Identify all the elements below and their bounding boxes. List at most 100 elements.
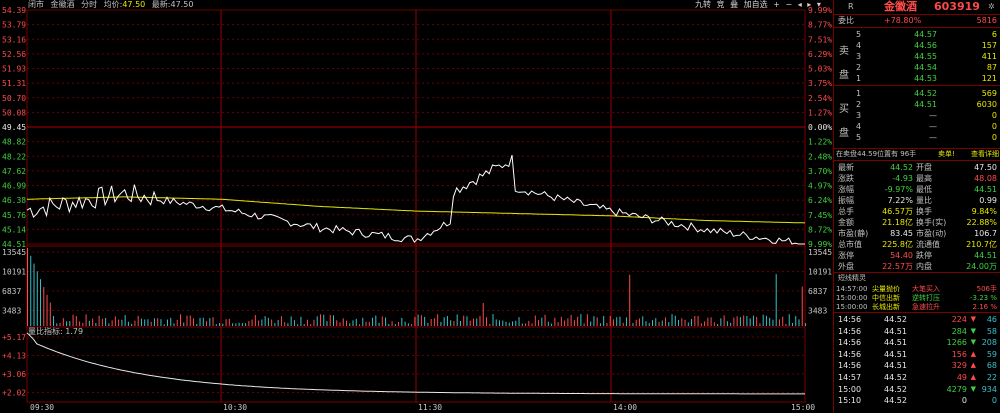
tick-volume: 284 — [951, 326, 967, 336]
volume-bar — [785, 323, 787, 326]
volume-bar — [349, 323, 351, 326]
volume-bar — [521, 323, 523, 326]
buy-level-row[interactable]: 4 — 0 — [834, 121, 1000, 132]
volume-bar — [414, 316, 416, 326]
stat-row[interactable]: 市盈(静) 83.45 市盈(动) 106.7 — [834, 228, 1000, 239]
sell-level-row[interactable]: 1 44.53 121 — [834, 73, 1000, 84]
volume-bar — [173, 323, 175, 326]
quote-stock-code: 603919 — [934, 0, 980, 13]
volume-bar — [541, 317, 543, 326]
buy-level-row[interactable]: 3 — 0 — [834, 110, 1000, 121]
sell-level-row[interactable]: 5 44.57 6 — [834, 29, 1000, 40]
intraday-chart[interactable]: 54.39 9.99%53.79 8.77%53.16 7.51%52.56 6.29%… — [0, 0, 832, 413]
sell-volume: 157 — [981, 41, 997, 50]
overlay-button[interactable]: 叠 — [730, 0, 738, 9]
level-number: 3 — [856, 111, 862, 120]
volume-tick-label: 10191 — [2, 268, 26, 277]
time-tick-label: 14:00 — [613, 403, 637, 412]
stat-row[interactable]: 外盘 22.57万 内盘 24.00万 — [834, 261, 1000, 272]
volume-bar — [593, 316, 595, 326]
volume-bar — [684, 319, 686, 326]
pct-tick-label: 5.03% — [808, 65, 832, 74]
volume-bar — [300, 316, 302, 326]
zoom-in-icon[interactable]: + — [773, 0, 780, 9]
short-term-elves-header[interactable]: 短线精灵 — [834, 273, 1000, 283]
r-badge: R — [848, 2, 854, 11]
price-tick-label: 53.16 — [2, 35, 26, 44]
sell-level-row[interactable]: 4 44.56 157 — [834, 40, 1000, 51]
price-tick-label: 49.45 — [2, 123, 26, 132]
stat-value: 47.50 — [974, 163, 997, 172]
volume-bar — [547, 321, 549, 326]
sell-level-row[interactable]: 2 44.54 87 — [834, 62, 1000, 73]
add-watchlist-button[interactable]: 加自选 — [744, 0, 768, 9]
tick-row[interactable]: 14:56 44.51 329 ▲ 68 — [834, 360, 1000, 371]
stat-row[interactable]: 最新 44.52 开盘 47.50 — [834, 162, 1000, 173]
up-arrow-icon: ▲ — [970, 349, 976, 358]
stat-label: 市盈(静) — [838, 229, 869, 238]
stat-label: 内盘 — [916, 262, 932, 271]
stat-row[interactable]: 涨停 54.40 跌停 44.51 — [834, 250, 1000, 261]
volume-bar — [749, 318, 751, 326]
volume-bar — [525, 323, 527, 326]
market-status: 闭市 — [28, 0, 44, 9]
stat-row[interactable]: 金额 21.18亿 换手(实) 22.88% — [834, 217, 1000, 228]
buy-level-row[interactable]: 1 44.52 569 — [834, 88, 1000, 99]
buy-level-row[interactable]: 5 — 0 — [834, 132, 1000, 143]
stat-value: 48.08 — [974, 174, 997, 183]
scroll-right-icon[interactable]: ▸ — [807, 0, 811, 9]
tick-row[interactable]: 14:56 44.51 156 ▲ 59 — [834, 349, 1000, 360]
stat-row[interactable]: 涨幅 -9.97% 最低 44.51 — [834, 184, 1000, 195]
volume-bar — [665, 317, 667, 326]
stat-value: 106.7 — [974, 229, 997, 238]
scroll-left-icon[interactable]: ◂ — [798, 0, 802, 9]
volume-bar — [733, 317, 735, 326]
stat-row[interactable]: 总市值 225.8亿 流通值 210.7亿 — [834, 239, 1000, 250]
buy-volume: 0 — [991, 111, 997, 120]
tick-row[interactable]: 14:56 44.51 284 ▼ 58 — [834, 326, 1000, 337]
stat-row[interactable]: 总手 46.57万 换手 9.84% — [834, 206, 1000, 217]
volume-bar — [782, 316, 784, 326]
volume-bar — [678, 319, 680, 326]
volume-bar — [144, 319, 146, 326]
volume-bar — [534, 315, 536, 326]
volume-bar — [137, 315, 139, 326]
volume-bar — [108, 323, 110, 326]
auction-button[interactable]: 竞 — [717, 0, 725, 9]
intraday-chart-panel[interactable]: 54.39 9.99% 53.79 8.77% 53.16 7.51% 52.56 6.29%… — [0, 0, 832, 413]
volume-bar — [508, 322, 510, 326]
time-tick-label: 11:30 — [418, 403, 442, 412]
volume-bar — [671, 314, 673, 326]
big-order-detail-link[interactable]: 查看详细 — [971, 149, 999, 160]
buy-side-label: 买盘 — [839, 104, 849, 139]
volume-bar — [769, 317, 771, 326]
tick-row[interactable]: 14:56 44.51 1266 ▼ 208 — [834, 337, 1000, 348]
sell-level-row[interactable]: 3 44.55 411 — [834, 51, 1000, 62]
last-price-value: 47.50 — [170, 0, 194, 9]
zoom-out-icon[interactable]: − — [785, 0, 792, 9]
volume-bar — [788, 314, 790, 326]
big-order-alert[interactable]: 在卖盘44.59位置有 96手 卖单! 查看详细 — [834, 149, 1000, 160]
volume-tick-label: 6837 — [2, 287, 21, 296]
time-tick-label: 15:00 — [791, 403, 815, 412]
tick-row[interactable]: 14:57 44.52 49 ▲ 22 — [834, 372, 1000, 383]
buy-level-row[interactable]: 2 44.51 6030 — [834, 99, 1000, 110]
volume-bar — [609, 315, 611, 326]
stat-label: 涨幅 — [838, 185, 854, 194]
dropdown-icon[interactable]: ▾ — [817, 0, 821, 9]
volume-bar — [652, 320, 654, 326]
volume-tick-label-right: 13545 — [808, 248, 832, 257]
tick-row[interactable]: 14:56 44.52 224 ▼ 46 — [834, 314, 1000, 325]
up-arrow-icon: ▲ — [970, 373, 976, 381]
stat-row[interactable]: 涨跌 -4.93 最高 48.08 — [834, 173, 1000, 184]
sell-volume: 87 — [986, 63, 997, 72]
volume-bar — [66, 321, 68, 326]
tick-row[interactable]: 15:10 44.52 0 0 — [834, 395, 1000, 406]
volume-bar — [446, 316, 448, 326]
jiuzhuan-button[interactable]: 九转 — [695, 0, 711, 9]
volume-bar — [655, 318, 657, 326]
settings-gear-icon[interactable]: ✲ — [988, 0, 995, 13]
tick-row[interactable]: 15:00 44.52 4279 ▼ 934 — [834, 384, 1000, 395]
stat-row[interactable]: 振幅 7.22% 量比 0.99 — [834, 195, 1000, 206]
webi-row: 委比 +78.80% 5816 — [834, 15, 1000, 26]
